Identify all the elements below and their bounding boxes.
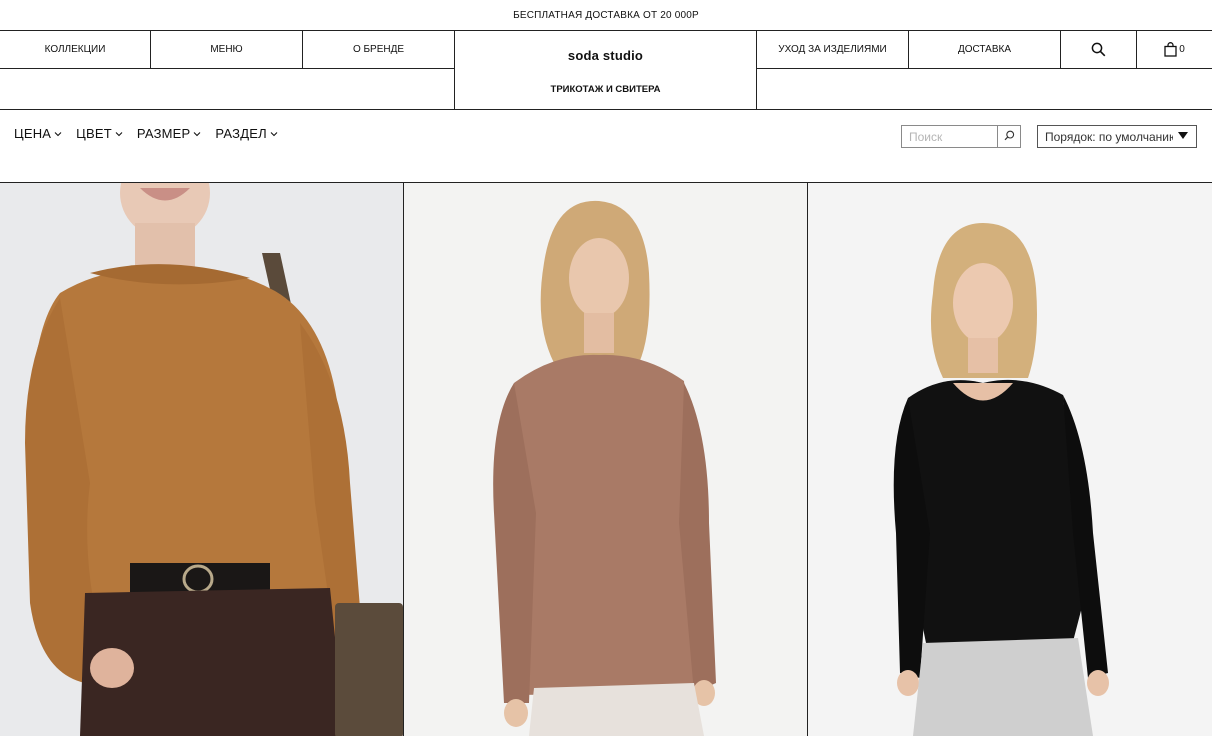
nav-collections-label: КОЛЛЕКЦИИ (44, 43, 106, 55)
nav-menu-label: МЕНЮ (210, 43, 243, 55)
brand-logo-text: soda studio (567, 47, 644, 63)
product-card[interactable] (808, 183, 1212, 736)
caret-down-icon (1178, 132, 1188, 139)
chevron-down-icon (270, 129, 278, 139)
chevron-down-icon (193, 129, 201, 139)
search-submit-button[interactable] (997, 126, 1020, 147)
filter-price-label: ЦЕНА (14, 126, 52, 141)
search-button[interactable] (1061, 30, 1136, 68)
nav-delivery[interactable]: ДОСТАВКА (909, 30, 1060, 68)
product-card[interactable] (404, 183, 807, 736)
filter-size-label: РАЗМЕР (136, 126, 191, 141)
nav-menu[interactable]: МЕНЮ (151, 30, 302, 68)
product-card[interactable] (0, 183, 403, 736)
brand-logo[interactable]: soda studio (455, 40, 756, 70)
nav-about[interactable]: О БРЕНДЕ (303, 30, 454, 68)
category-title: ТРИКОТАЖ И СВИТЕРА (455, 69, 756, 109)
product-image (0, 183, 403, 736)
filter-color[interactable]: ЦВЕТ (76, 126, 123, 141)
search-input[interactable] (902, 126, 997, 147)
filter-price[interactable]: ЦЕНА (14, 126, 62, 141)
main-navigation: КОЛЛЕКЦИИ МЕНЮ О БРЕНДЕ soda studio УХОД… (0, 30, 1212, 110)
nav-delivery-label: ДОСТАВКА (957, 43, 1012, 55)
promo-text: БЕСПЛАТНАЯ ДОСТАВКА ОТ 20 000Р (513, 9, 699, 21)
product-search (901, 125, 1021, 148)
chevron-down-icon (54, 129, 62, 139)
nav-care-label: УХОД ЗА ИЗДЕЛИЯМИ (778, 43, 887, 55)
filter-size[interactable]: РАЗМЕР (137, 126, 202, 141)
shopping-bag-icon (1164, 41, 1177, 57)
promo-bar: БЕСПЛАТНАЯ ДОСТАВКА ОТ 20 000Р (0, 0, 1212, 30)
filter-bar: ЦЕНА ЦВЕТ РАЗМЕР РАЗДЕЛ (14, 126, 278, 141)
nav-collections[interactable]: КОЛЛЕКЦИИ (0, 30, 150, 68)
cart-count: 0 (1179, 43, 1185, 55)
product-image (808, 183, 1212, 736)
filter-color-label: ЦВЕТ (76, 126, 112, 141)
nav-about-label: О БРЕНДЕ (352, 43, 405, 55)
product-image (404, 183, 807, 736)
sort-select-value: Порядок: по умолчанию (1045, 129, 1173, 144)
search-icon (1091, 42, 1106, 57)
sort-select[interactable]: Порядок: по умолчанию (1037, 125, 1197, 148)
chevron-down-icon (115, 129, 123, 139)
nav-care[interactable]: УХОД ЗА ИЗДЕЛИЯМИ (757, 30, 908, 68)
category-title-text: ТРИКОТАЖ И СВИТЕРА (550, 83, 661, 95)
cart-button[interactable]: 0 (1137, 30, 1212, 68)
filter-section-label: РАЗДЕЛ (215, 126, 267, 141)
search-icon (1004, 128, 1015, 146)
filter-section[interactable]: РАЗДЕЛ (215, 126, 278, 141)
